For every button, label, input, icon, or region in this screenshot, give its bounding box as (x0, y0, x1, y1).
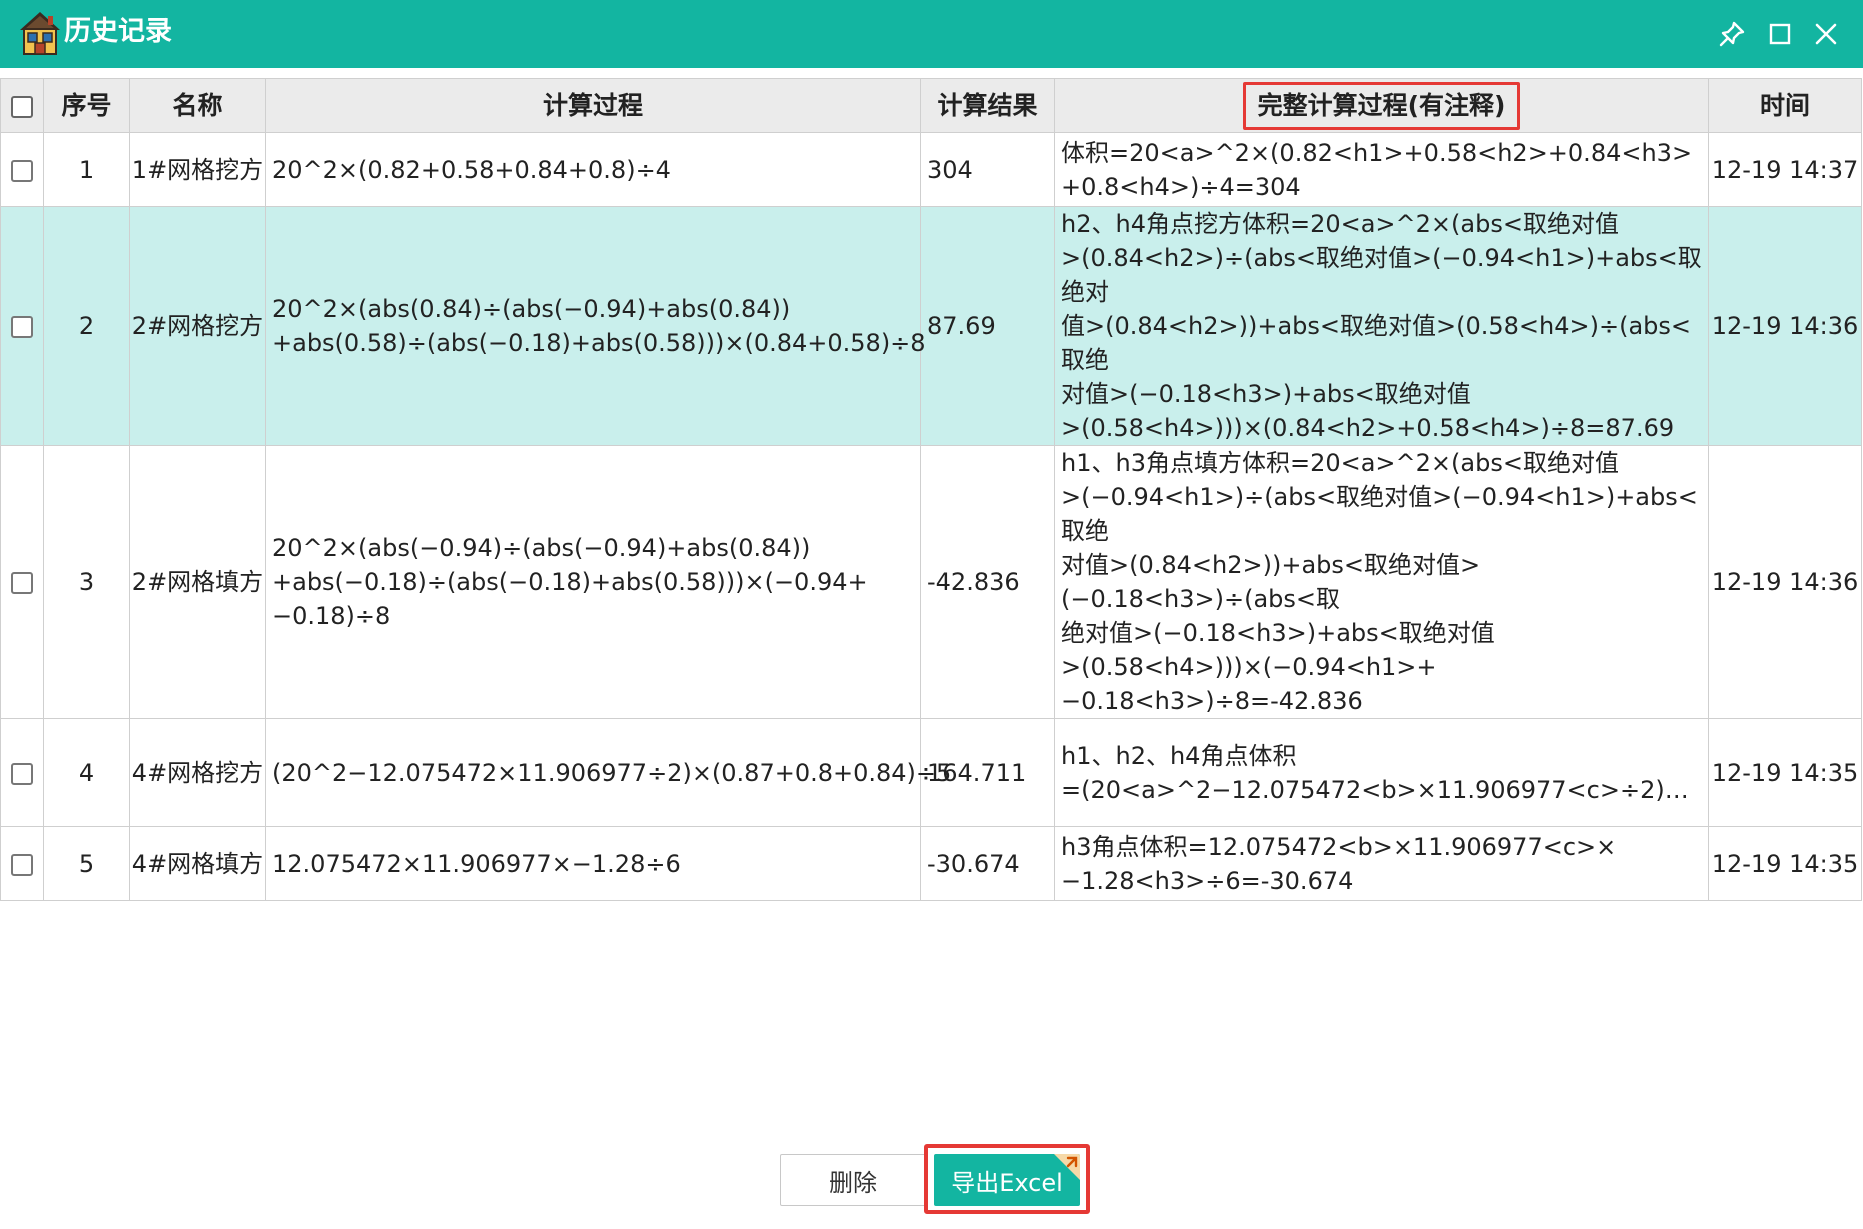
row-name: 2#网格填方 (129, 445, 266, 719)
full-process-line: 值>(0.84<h2>))+abs<取绝对值>(0.58<h4>)÷(abs<取… (1061, 312, 1691, 374)
row-checkbox[interactable] (11, 572, 33, 594)
full-process-line: =(20<a>^2−12.075472<b>×11.906977<c>÷2)×(… (1061, 775, 1702, 804)
row-select-cell[interactable] (0, 826, 44, 901)
full-process-line: >(0.58<h4>)))×(0.84<h2>+0.58<h4>)÷8=87.6… (1061, 414, 1675, 442)
header-full-process-label: 完整计算过程(有注释) (1242, 81, 1521, 130)
row-checkbox[interactable] (11, 316, 33, 338)
row-time: 12-19 14:35 (1708, 826, 1862, 901)
full-process-line: >(0.84<h2>)÷(abs<取绝对值>(−0.94<h1>)+abs<取绝… (1061, 244, 1702, 306)
process-line: +abs(−0.18)÷(abs(−0.18)+abs(0.58)))×(−0.… (272, 568, 868, 630)
header-name[interactable]: 名称 (129, 78, 266, 133)
corner-badge-icon (1054, 1154, 1080, 1180)
row-index: 3 (43, 445, 130, 719)
row-time: 12-19 14:35 (1708, 718, 1862, 827)
header-index[interactable]: 序号 (43, 78, 130, 133)
row-index: 2 (43, 206, 130, 446)
history-table: 序号 名称 计算过程 计算结果 完整计算过程(有注释) 时间 1 1#网格挖方 … (0, 78, 1862, 901)
history-table-container: 序号 名称 计算过程 计算结果 完整计算过程(有注释) 时间 1 1#网格挖方 … (0, 78, 1863, 901)
row-result: 87.69 (920, 206, 1055, 446)
process-line: (20^2−12.075472×11.906977÷2)×(0.87+0.8+0… (272, 758, 952, 787)
row-name: 4#网格填方 (129, 826, 266, 901)
table-row[interactable]: 1 1#网格挖方 20^2×(0.82+0.58+0.84+0.8)÷4 304… (0, 132, 1862, 207)
row-time: 12-19 14:37 (1708, 132, 1862, 207)
table-row[interactable]: 5 4#网格填方 12.075472×11.906977×−1.28÷6 -30… (0, 826, 1862, 901)
select-all-checkbox[interactable] (11, 95, 33, 118)
header-full-process[interactable]: 完整计算过程(有注释) (1054, 78, 1709, 133)
table-row-selected[interactable]: 2 2#网格挖方 20^2×(abs(0.84)÷(abs(−0.94)+abs… (0, 206, 1862, 446)
full-process-line: −1.28<h3>÷6=-30.674 (1061, 866, 1354, 895)
row-process: 20^2×(abs(0.84)÷(abs(−0.94)+abs(0.84)) +… (265, 206, 926, 446)
delete-button[interactable]: 删除 (780, 1154, 926, 1206)
row-select-cell[interactable] (0, 445, 44, 719)
full-process-line: +0.8<h4>)÷4=304 (1061, 172, 1301, 201)
process-line: +abs(0.58)÷(abs(−0.18)+abs(0.58)))×(0.84… (272, 329, 926, 357)
house-icon (18, 10, 62, 56)
table-row[interactable]: 3 2#网格填方 20^2×(abs(−0.94)÷(abs(−0.94)+ab… (0, 445, 1862, 719)
row-process: (20^2−12.075472×11.906977÷2)×(0.87+0.8+0… (265, 718, 952, 827)
row-index: 1 (43, 132, 130, 207)
process-line: 20^2×(abs(−0.94)÷(abs(−0.94)+abs(0.84)) (272, 534, 811, 562)
row-full-process: h1、h2、h4角点体积 =(20<a>^2−12.075472<b>×11.9… (1054, 718, 1709, 827)
full-process-line: h2、h4角点挖方体积=20<a>^2×(abs<取绝对值 (1061, 210, 1619, 238)
row-full-process: 体积=20<a>^2×(0.82<h1>+0.58<h2>+0.84<h3> +… (1054, 132, 1709, 207)
row-process: 20^2×(abs(−0.94)÷(abs(−0.94)+abs(0.84)) … (265, 445, 921, 719)
close-button[interactable] (1806, 14, 1846, 54)
window-title: 历史记录 (64, 16, 172, 47)
process-line: 12.075472×11.906977×−1.28÷6 (272, 849, 681, 878)
select-all-cell[interactable] (0, 78, 44, 133)
process-line: 20^2×(0.82+0.58+0.84+0.8)÷4 (272, 155, 671, 184)
row-full-process: h2、h4角点挖方体积=20<a>^2×(abs<取绝对值 >(0.84<h2>… (1054, 206, 1709, 446)
full-process-line: 对值>(0.84<h2>))+abs<取绝对值>(−0.18<h3>)÷(abs… (1061, 551, 1481, 613)
row-checkbox[interactable] (11, 159, 33, 182)
row-full-process: h3角点体积=12.075472<b>×11.906977<c>× −1.28<… (1054, 826, 1709, 901)
row-result: -42.836 (920, 445, 1055, 719)
row-select-cell[interactable] (0, 718, 44, 827)
row-name: 2#网格挖方 (129, 206, 266, 446)
full-process-line: h1、h3角点填方体积=20<a>^2×(abs<取绝对值 (1061, 449, 1619, 477)
maximize-icon (1769, 23, 1791, 45)
row-result: 164.711 (920, 718, 1055, 827)
title-bar: 历史记录 (0, 0, 1863, 68)
full-process-line: >(0.58<h4>)))×(−0.94<h1>+−0.18<h3>)÷8=-4… (1061, 653, 1437, 715)
full-process-line: 体积=20<a>^2×(0.82<h1>+0.58<h2>+0.84<h3> (1061, 138, 1693, 167)
header-time[interactable]: 时间 (1708, 78, 1862, 133)
close-icon (1815, 23, 1837, 45)
export-excel-label: 导出Excel (951, 1168, 1063, 1197)
row-select-cell[interactable] (0, 206, 44, 446)
header-process[interactable]: 计算过程 (265, 78, 921, 133)
row-result: 304 (920, 132, 1055, 207)
pin-icon (1719, 21, 1745, 47)
row-name: 4#网格挖方 (129, 718, 266, 827)
row-time: 12-19 14:36 (1708, 445, 1862, 719)
row-full-process: h1、h3角点填方体积=20<a>^2×(abs<取绝对值 >(−0.94<h1… (1054, 445, 1709, 719)
row-index: 4 (43, 718, 130, 827)
row-checkbox[interactable] (11, 853, 33, 876)
row-checkbox[interactable] (11, 762, 33, 785)
header-result[interactable]: 计算结果 (920, 78, 1055, 133)
pin-button[interactable] (1712, 14, 1752, 54)
row-process: 20^2×(0.82+0.58+0.84+0.8)÷4 (265, 132, 921, 207)
export-excel-button[interactable]: 导出Excel (934, 1154, 1080, 1206)
table-row[interactable]: 4 4#网格挖方 (20^2−12.075472×11.906977÷2)×(0… (0, 718, 1862, 827)
row-name: 1#网格挖方 (129, 132, 266, 207)
full-process-line: 对值>(−0.18<h3>)+abs<取绝对值 (1061, 380, 1471, 408)
full-process-line: 绝对值>(−0.18<h3>)+abs<取绝对值 (1061, 619, 1495, 647)
row-select-cell[interactable] (0, 132, 44, 207)
maximize-button[interactable] (1760, 14, 1800, 54)
row-result: -30.674 (920, 826, 1055, 901)
table-header-row: 序号 名称 计算过程 计算结果 完整计算过程(有注释) 时间 (0, 78, 1862, 133)
process-line: 20^2×(abs(0.84)÷(abs(−0.94)+abs(0.84)) (272, 295, 791, 323)
row-process: 12.075472×11.906977×−1.28÷6 (265, 826, 921, 901)
row-time: 12-19 14:36 (1708, 206, 1862, 446)
full-process-line: h1、h2、h4角点体积 (1061, 741, 1297, 770)
full-process-line: >(−0.94<h1>)÷(abs<取绝对值>(−0.94<h1>)+abs<取… (1061, 483, 1698, 545)
full-process-line: h3角点体积=12.075472<b>×11.906977<c>× (1061, 832, 1617, 861)
row-index: 5 (43, 826, 130, 901)
